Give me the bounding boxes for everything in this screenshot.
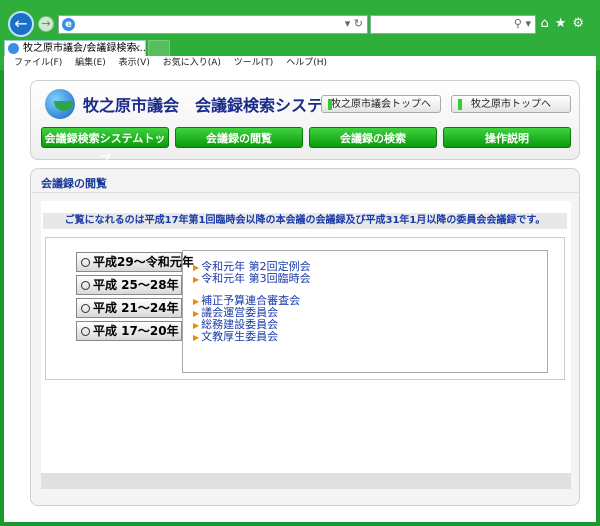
ie-icon: e: [62, 18, 75, 31]
nav-help[interactable]: 操作説明: [443, 127, 571, 148]
circle-arrow-icon: [81, 327, 90, 336]
nav-browse[interactable]: 会議録の閲覧: [175, 127, 303, 148]
refresh-icon[interactable]: ▾ ↻: [345, 17, 363, 30]
year-button-4[interactable]: 平成 17～20年: [76, 321, 182, 341]
menu-favorites[interactable]: お気に入り(A): [163, 58, 221, 68]
meeting-browser: 平成29～令和元年 平成 25～28年 平成 21～24年 平成 17～20年 …: [45, 237, 565, 380]
address-bar[interactable]: e ▾ ↻: [58, 15, 368, 34]
web-page: 牧之原市議会 会議録検索システム 牧之原市議会トップへ 牧之原市トップへ 会議録…: [4, 70, 596, 522]
year-button-3[interactable]: 平成 21～24年: [76, 298, 182, 318]
year-label: 平成29～令和元年: [93, 255, 194, 269]
year-list: 平成29～令和元年 平成 25～28年 平成 21～24年 平成 17～20年: [76, 252, 194, 344]
section-title: 会議録の閲覧: [41, 177, 107, 190]
menu-bar: ファイル(F) 編集(E) 表示(V) お気に入り(A) ツール(T) ヘルプ(…: [4, 56, 596, 70]
back-button[interactable]: ←: [8, 11, 34, 37]
content-footer: [41, 473, 571, 489]
year-button-1[interactable]: 平成29～令和元年: [76, 252, 194, 272]
forward-button[interactable]: →: [38, 16, 54, 32]
navigation-bar: ← → e ▾ ↻ ⚲ ▾ ⌂★⚙: [4, 10, 596, 38]
city-top-link[interactable]: 牧之原市トップへ: [451, 95, 571, 113]
toolbar-icons[interactable]: ⌂★⚙: [540, 16, 590, 31]
year-label: 平成 17～20年: [93, 324, 179, 338]
year-label: 平成 25～28年: [93, 278, 179, 292]
section-divider: [32, 192, 578, 193]
city-logo-icon: [45, 89, 75, 119]
browser-tab[interactable]: 牧之原市議会/会議録検索... ×: [4, 40, 146, 57]
site-header: 牧之原市議会 会議録検索システム 牧之原市議会トップへ 牧之原市トップへ 会議録…: [30, 80, 580, 166]
circle-arrow-icon: [81, 258, 90, 267]
menu-tools[interactable]: ツール(T): [234, 58, 274, 68]
year-button-2[interactable]: 平成 25～28年: [76, 275, 182, 295]
menu-edit[interactable]: 編集(E): [75, 58, 106, 68]
menu-help[interactable]: ヘルプ(H): [286, 58, 327, 68]
close-tab-icon[interactable]: ×: [133, 41, 141, 56]
meeting-link[interactable]: 令和元年 第3回臨時会: [193, 273, 547, 285]
nav-system-top[interactable]: 会議録検索システムトップ: [41, 127, 169, 166]
tab-title: 牧之原市議会/会議録検索...: [23, 43, 146, 54]
tab-favicon-icon: [8, 43, 19, 54]
committee-link[interactable]: 文教厚生委員会: [193, 331, 547, 343]
meeting-list: 令和元年 第2回定例会 令和元年 第3回臨時会 補正予算連合審査会 議会運営委員…: [182, 250, 548, 373]
year-label: 平成 21～24年: [93, 301, 179, 315]
council-top-link[interactable]: 牧之原市議会トップへ: [321, 95, 441, 113]
browser-chrome: ← → e ▾ ↻ ⚲ ▾ ⌂★⚙ 牧之原市議会/会議録検索... × ファイル…: [0, 0, 600, 70]
circle-arrow-icon: [81, 304, 90, 313]
main-content: 会議録の閲覧 ご覧になれるのは平成17年第1回臨時会以降の本会議の会議録及び平成…: [30, 168, 580, 506]
new-tab-button[interactable]: [148, 40, 170, 57]
menu-view[interactable]: 表示(V): [119, 58, 150, 68]
notice-text: ご覧になれるのは平成17年第1回臨時会以降の本会議の会議録及び平成31年1月以降…: [43, 213, 567, 229]
nav-search[interactable]: 会議録の検索: [309, 127, 437, 148]
circle-arrow-icon: [81, 281, 90, 290]
site-title: 牧之原市議会 会議録検索システム: [83, 96, 339, 115]
search-box[interactable]: ⚲ ▾: [370, 15, 536, 34]
search-icon[interactable]: ⚲ ▾: [514, 17, 531, 30]
menu-file[interactable]: ファイル(F): [14, 58, 62, 68]
content-inner: ご覧になれるのは平成17年第1回臨時会以降の本会議の会議録及び平成31年1月以降…: [41, 201, 571, 479]
